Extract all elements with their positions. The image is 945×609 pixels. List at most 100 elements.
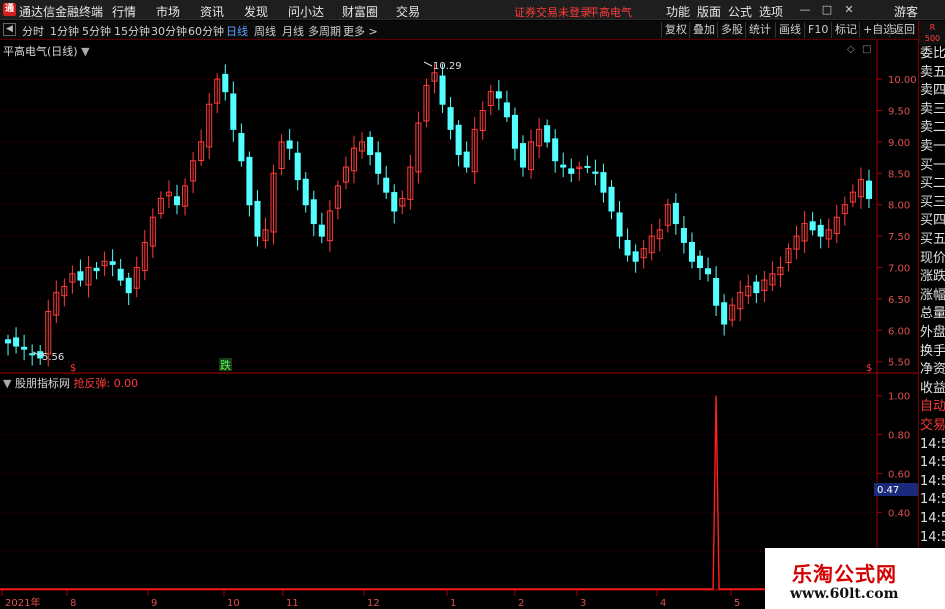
menu-formula[interactable]: 公式 <box>728 3 752 20</box>
draw-button[interactable]: 画线 <box>775 22 801 38</box>
side-item[interactable]: 买二 <box>920 175 945 193</box>
candle-body <box>713 277 720 306</box>
candle-body <box>367 136 374 155</box>
side-item[interactable]: 买四 <box>920 212 945 230</box>
f10-button[interactable]: F10 <box>804 22 828 38</box>
candle-body <box>230 93 237 130</box>
candle-body <box>5 339 12 344</box>
x-ticks: 2021年 8 9 10 11 12 1 2 3 4 5 <box>1 590 740 609</box>
indicator-y-ticks: 1.000.800.600.400.20 <box>877 392 910 558</box>
overlay-button[interactable]: 叠加 <box>689 22 715 38</box>
x-tick-label: 3 <box>580 598 586 609</box>
side-item[interactable]: 买五 <box>920 231 945 249</box>
side-item[interactable]: 14:56 <box>920 510 945 528</box>
candle-body <box>552 138 559 162</box>
candle-body <box>455 124 462 155</box>
return-button[interactable]: 返回 <box>889 22 915 38</box>
menu-layout[interactable]: 版面 <box>697 3 721 20</box>
period-5min[interactable]: 5分钟 <box>82 23 111 39</box>
candle-body <box>624 239 631 256</box>
menu-ask[interactable]: 问小达 <box>288 3 324 20</box>
candle-body <box>318 224 325 237</box>
close-icon[interactable]: ✕ <box>840 1 858 18</box>
side-item[interactable]: 总量 <box>920 305 945 323</box>
side-item[interactable]: 自动 <box>920 398 945 416</box>
r-badge[interactable]: R 500 <box>919 21 945 45</box>
x-tick-label: 2 <box>518 598 524 609</box>
period-daily[interactable]: 日线 <box>226 23 248 39</box>
menu-wealth[interactable]: 财富圈 <box>342 3 378 20</box>
side-item[interactable]: 卖三 <box>920 101 945 119</box>
candle-body <box>616 212 623 237</box>
period-1min[interactable]: 1分钟 <box>50 23 79 39</box>
side-item[interactable]: 14:56 <box>920 454 945 472</box>
event-marker[interactable]: $ <box>70 363 76 374</box>
side-item[interactable]: 14:56 <box>920 436 945 454</box>
mark-button[interactable]: 标记 <box>831 22 857 38</box>
side-item[interactable]: 卖五 <box>920 64 945 82</box>
chart-area[interactable]: 10.00 9.50 9.00 8.50 8.00 7.50 7.00 6.50 6.00 5.5… <box>0 40 918 609</box>
side-item[interactable]: 买三 <box>920 194 945 212</box>
user-label[interactable]: 游客 <box>894 3 918 20</box>
side-item[interactable]: 14:56 <box>920 529 945 547</box>
watermark-title: 乐淘公式网 <box>792 562 897 586</box>
chevron-down-icon[interactable]: ▼ <box>81 45 89 58</box>
login-notice[interactable]: 证券交易未登录 <box>514 4 591 20</box>
diamond-icon[interactable]: ◇ <box>847 44 855 55</box>
side-item[interactable]: 现价 <box>920 250 945 268</box>
candle-body <box>77 271 84 281</box>
period-weekly[interactable]: 周线 <box>254 23 276 39</box>
period-30min[interactable]: 30分钟 <box>151 23 187 39</box>
chevron-down-icon[interactable]: ▼ <box>3 377 11 390</box>
event-marker[interactable]: $ <box>866 363 872 374</box>
y-tick-label: 8.00 <box>888 201 910 212</box>
period-more[interactable]: 更多 > <box>343 23 378 39</box>
candle-body <box>865 180 872 199</box>
adjust-button[interactable]: 复权 <box>661 22 687 38</box>
side-item[interactable]: 卖四 <box>920 82 945 100</box>
menu-trade[interactable]: 交易 <box>396 3 420 20</box>
side-item[interactable]: 卖二 <box>920 119 945 137</box>
side-item[interactable]: 委比 <box>920 45 945 63</box>
menu-options[interactable]: 选项 <box>759 3 783 20</box>
period-15min[interactable]: 15分钟 <box>114 23 150 39</box>
side-item[interactable]: 交易 <box>920 417 945 435</box>
side-item[interactable]: 涨幅 <box>920 287 945 305</box>
candle-body <box>495 91 502 99</box>
side-item[interactable]: 换手 <box>920 343 945 361</box>
side-item[interactable]: 涨跌 <box>920 268 945 286</box>
side-item[interactable]: 收益 <box>920 380 945 398</box>
event-label: 跌 <box>220 358 231 372</box>
side-item[interactable]: 卖一 <box>920 138 945 156</box>
watermark: 乐淘公式网 www.60lt.com <box>765 548 945 609</box>
period-monthly[interactable]: 月线 <box>282 23 304 39</box>
side-item[interactable]: 净资 <box>920 361 945 379</box>
candle-body <box>705 268 712 275</box>
period-60min[interactable]: 60分钟 <box>188 23 224 39</box>
restore-icon[interactable]: □ <box>818 1 836 18</box>
chart-svg[interactable]: 10.009.509.008.508.007.507.006.506.005.5… <box>0 40 918 609</box>
side-item[interactable]: 买一 <box>920 157 945 175</box>
side-item[interactable]: 14:56 <box>920 491 945 509</box>
candle-body <box>592 171 599 174</box>
candle-body <box>29 353 36 356</box>
menu-discover[interactable]: 发现 <box>244 3 268 20</box>
period-intraday[interactable]: 分时 <box>22 23 44 39</box>
candle-body <box>503 102 510 118</box>
back-icon[interactable]: ◀ <box>3 23 16 36</box>
candle-body <box>447 107 454 130</box>
menu-function[interactable]: 功能 <box>666 3 690 20</box>
menu-news[interactable]: 资讯 <box>200 3 224 20</box>
multi-stock-button[interactable]: 多股 <box>717 22 743 38</box>
period-multi[interactable]: 多周期 <box>308 23 341 39</box>
current-value-label: 0.47 <box>877 485 899 496</box>
x-tick-label: 12 <box>367 598 380 609</box>
square-icon[interactable]: □ <box>862 44 871 55</box>
stats-button[interactable]: 统计 <box>745 22 771 38</box>
menu-market[interactable]: 市场 <box>156 3 180 20</box>
side-item[interactable]: 14:56 <box>920 473 945 491</box>
y-tick-label: 8.50 <box>888 169 910 180</box>
minimize-icon[interactable]: — <box>796 1 814 18</box>
side-item[interactable]: 外盘 <box>920 324 945 342</box>
menu-quotes[interactable]: 行情 <box>112 3 136 20</box>
